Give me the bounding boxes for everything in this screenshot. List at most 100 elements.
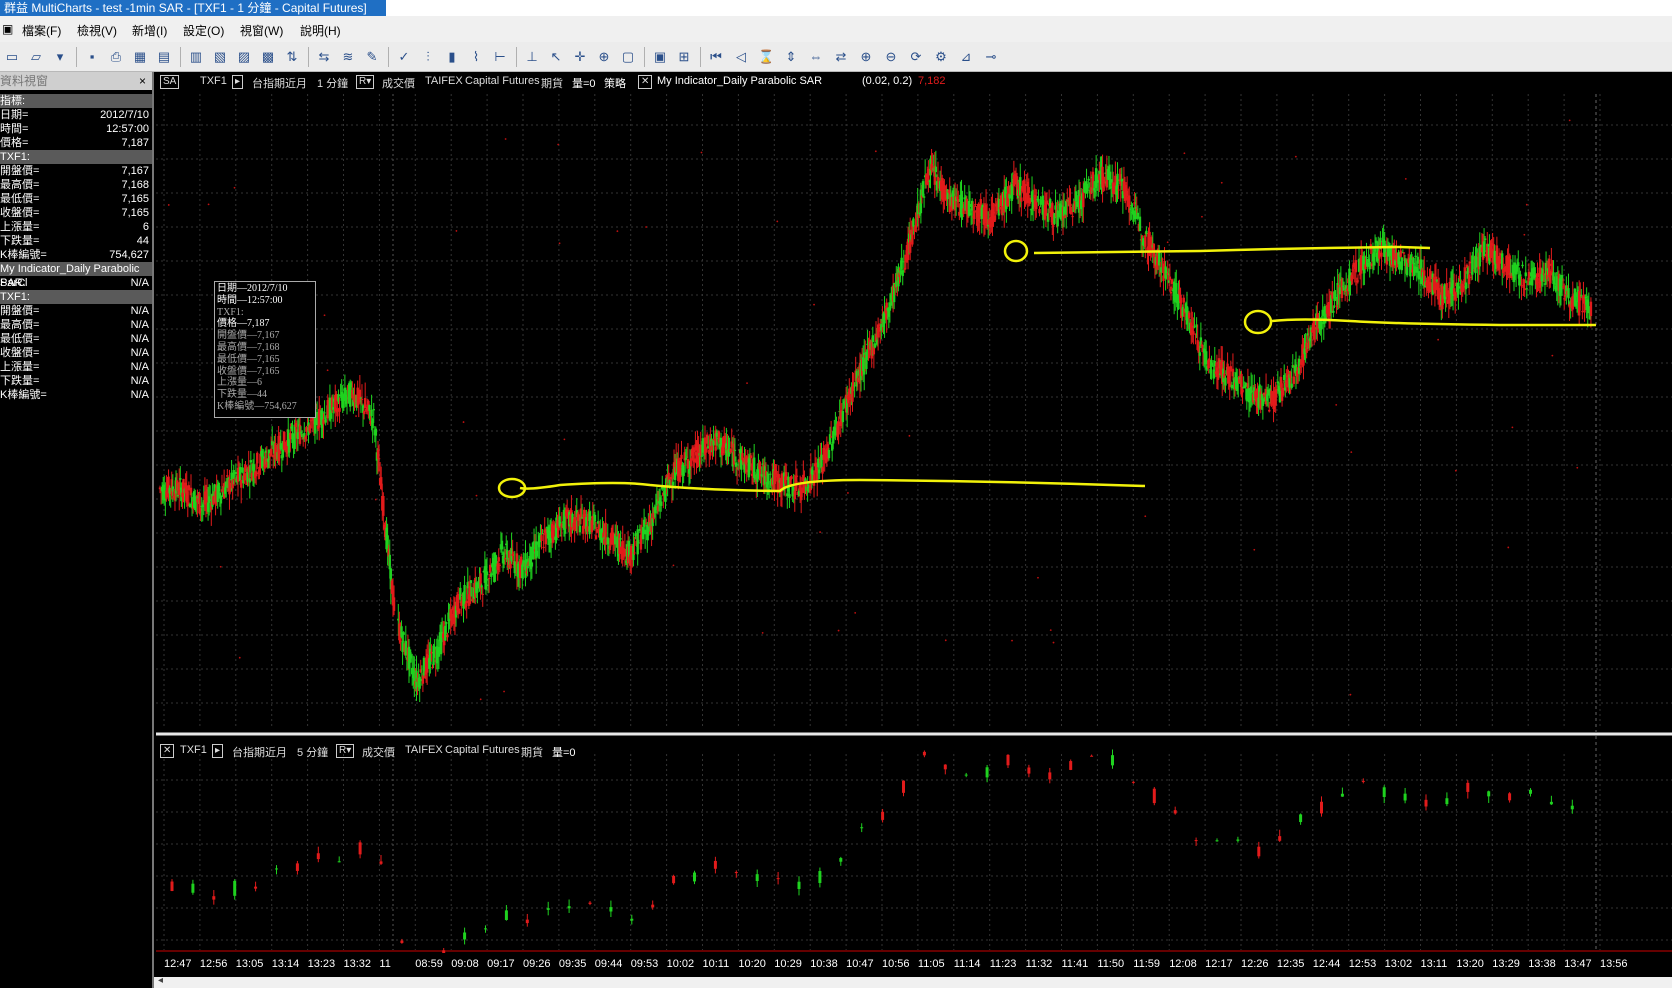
sar-dot <box>874 150 877 153</box>
candle-body <box>1038 209 1041 214</box>
candle-body <box>818 469 821 474</box>
sar-dot <box>1294 155 1297 158</box>
sar-dot <box>207 203 210 206</box>
sa-dropdown[interactable]: SA <box>160 75 180 89</box>
candle5-body <box>191 883 195 893</box>
candle-body <box>934 166 938 173</box>
time-tick-label: 09:26 <box>523 958 551 970</box>
legend-broker: Capital Futures <box>465 75 540 87</box>
candle5-body <box>379 861 383 864</box>
candle-body <box>1416 256 1420 264</box>
candle5-body <box>1111 755 1114 766</box>
legend2-symbol: TXF1 <box>180 744 207 756</box>
price-chart[interactable] <box>0 0 1672 988</box>
legend-name: 台指期近月 <box>252 78 307 90</box>
candle5-body <box>776 878 780 880</box>
candle5-body <box>818 871 822 883</box>
candle-body <box>1266 389 1270 396</box>
time-tick-label: 10:02 <box>666 958 695 970</box>
time-tick-label: 12:35 <box>1276 958 1305 970</box>
time-tick-label: 13:56 <box>1600 958 1628 970</box>
candle5-body <box>1320 801 1323 814</box>
candle-body <box>637 542 640 544</box>
candle-body <box>686 459 690 469</box>
candle-body <box>684 457 687 460</box>
candle-body <box>1230 384 1234 389</box>
candle-body <box>1468 261 1472 264</box>
time-tick-label: 11:32 <box>1025 958 1053 970</box>
sar-dot <box>219 565 222 568</box>
time-tick-label: 12:53 <box>1348 958 1377 970</box>
candle-body <box>888 302 892 311</box>
candle-body <box>873 343 877 348</box>
candle-body <box>1187 312 1191 319</box>
candle-body <box>679 467 682 478</box>
expand2-icon[interactable]: ▸ <box>212 744 224 758</box>
close-indicator-icon[interactable]: ✕ <box>638 75 653 89</box>
expand-icon[interactable]: ▸ <box>232 75 244 89</box>
candle-body <box>1281 387 1285 396</box>
sar-dot <box>1011 639 1013 642</box>
close-subchart-icon[interactable]: ✕ <box>160 744 175 758</box>
candle-body <box>1402 252 1406 254</box>
tooltip-line: 最低價—7,165 <box>217 353 280 365</box>
candle5-body <box>1048 772 1052 780</box>
candle-body <box>500 540 504 550</box>
sar-dot <box>233 186 236 189</box>
candle5-body <box>1131 781 1135 783</box>
candle-body <box>785 471 788 481</box>
time-tick-label: 11:59 <box>1133 958 1161 970</box>
candle-body <box>633 552 636 554</box>
candle-body <box>900 257 903 270</box>
sar-dot <box>908 434 911 437</box>
candle-body <box>827 449 831 459</box>
candle-body <box>1368 261 1371 270</box>
candle-body <box>871 335 874 343</box>
candle-body <box>978 221 981 223</box>
scroll-left-icon[interactable]: ◂ <box>158 975 163 986</box>
time-tick-label: 13:47 <box>1564 958 1592 970</box>
sar-dot <box>700 151 703 154</box>
candle-body <box>460 601 463 606</box>
r2-dropdown[interactable]: R▾ <box>336 744 355 758</box>
candle-body <box>1224 377 1227 386</box>
horizontal-scrollbar[interactable]: ◂ <box>154 975 1672 988</box>
candle5-body <box>358 842 362 855</box>
candle5-body <box>567 906 571 909</box>
candle5-body <box>275 868 278 870</box>
candle5-body <box>672 875 676 884</box>
candle-body <box>370 409 373 417</box>
sar-dot <box>1335 403 1338 406</box>
candle-body <box>1035 201 1038 210</box>
candle-body <box>700 455 704 457</box>
candle5-body <box>504 910 508 920</box>
time-tick-label: 10:56 <box>882 958 910 970</box>
indicator-params: (0.02, 0.2) <box>862 75 913 87</box>
time-tick-label: 13:23 <box>307 958 336 970</box>
candle-body <box>430 651 433 654</box>
candle-body <box>593 514 597 522</box>
candle-body <box>402 632 405 635</box>
legend-type: 期貨 <box>541 78 563 90</box>
time-tick-label: 09:17 <box>487 958 515 970</box>
candle-body <box>418 676 421 689</box>
time-tick-label: 13:14 <box>271 958 300 970</box>
candle5-body <box>1090 755 1094 757</box>
candle-body <box>1117 189 1120 191</box>
candle-body <box>1320 321 1323 329</box>
r-dropdown[interactable]: R▾ <box>356 75 375 89</box>
sar-dot <box>854 611 857 614</box>
time-tick-label: 10:11 <box>702 958 730 970</box>
candle-body <box>226 475 229 477</box>
sar-dot <box>1523 233 1526 236</box>
candle-body <box>1398 261 1401 270</box>
candle5-body <box>212 896 216 900</box>
sar-dot <box>1349 693 1352 696</box>
sar-dot <box>1525 203 1528 206</box>
candle-body <box>788 494 791 498</box>
candle-body <box>1071 216 1074 218</box>
legend2-interval: 5 分鐘 <box>297 747 329 759</box>
candle5-body <box>1278 836 1282 841</box>
candle-body <box>540 535 543 541</box>
sar-dot <box>1183 152 1186 155</box>
